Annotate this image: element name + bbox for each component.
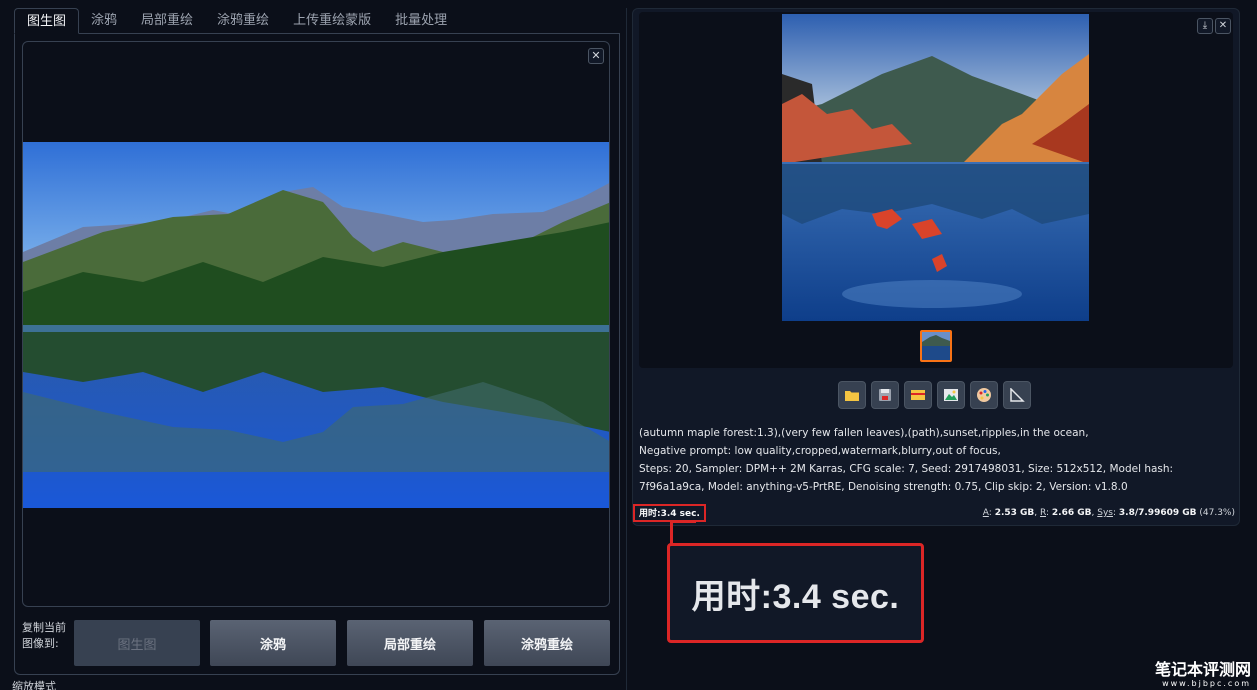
image-icon xyxy=(944,389,958,401)
zip-button[interactable] xyxy=(904,381,932,409)
save-icon xyxy=(879,389,891,401)
thumbnail-image xyxy=(922,332,950,360)
send-to-inpaint-button[interactable] xyxy=(970,381,998,409)
copy-to-inpaint-sketch-button[interactable]: 涂鸦重绘 xyxy=(484,620,610,666)
output-thumbnail[interactable] xyxy=(920,330,952,362)
mem-percent: (47.3%) xyxy=(1199,508,1235,518)
tab-inpaint-upload[interactable]: 上传重绘蒙版 xyxy=(281,8,383,34)
time-value: 3.4 sec. xyxy=(660,509,700,519)
time-label: 用时: xyxy=(639,509,661,519)
clear-image-button[interactable]: ✕ xyxy=(588,48,604,64)
watermark-line2: www.bjbpc.com xyxy=(1162,679,1251,688)
params-text: Steps: 20, Sampler: DPM++ 2M Karras, CFG… xyxy=(639,463,1174,493)
app-root: 图生图 涂鸦 局部重绘 涂鸦重绘 上传重绘蒙版 批量处理 ✕ 复制当前图像到: … xyxy=(0,0,1257,690)
mem-sys-value: 3.8/7.99609 GB xyxy=(1118,508,1197,518)
send-to-extras-button[interactable] xyxy=(1003,381,1031,409)
download-button[interactable]: ⤓ xyxy=(1197,18,1213,34)
tab-inpaint[interactable]: 局部重绘 xyxy=(129,8,205,34)
input-image-frame[interactable] xyxy=(22,41,610,607)
input-image xyxy=(23,142,609,508)
mem-r-value: 2.66 GB xyxy=(1051,508,1092,518)
ruler-icon xyxy=(1010,388,1025,402)
mem-sys-label: Sys xyxy=(1097,508,1113,518)
tab-batch[interactable]: 批量处理 xyxy=(383,8,459,34)
mem-r-label: R xyxy=(1040,508,1047,518)
generation-info: (autumn maple forest:1.3),(very few fall… xyxy=(639,424,1237,496)
column-divider xyxy=(626,8,627,690)
folder-icon xyxy=(845,391,859,401)
time-callout-text: 用时:3.4 sec. xyxy=(691,577,900,616)
mem-a-label: A xyxy=(982,508,989,518)
copy-to-img2img-button[interactable]: 图生图 xyxy=(74,620,200,666)
resize-mode-label: 缩放模式 xyxy=(12,680,56,690)
palette-icon xyxy=(977,388,991,402)
memory-stats: A: 2.53 GB, R: 2.66 GB, Sys: 3.8/7.99609… xyxy=(982,508,1235,518)
copy-to-sketch-button[interactable]: 涂鸦 xyxy=(210,620,336,666)
tab-bar: 图生图 涂鸦 局部重绘 涂鸦重绘 上传重绘蒙版 批量处理 xyxy=(14,8,459,34)
watermark: 笔记本评测网 www.bjbpc.com xyxy=(1154,660,1251,689)
tab-sketch[interactable]: 涂鸦 xyxy=(79,8,129,34)
negative-prompt-text: Negative prompt: low quality,cropped,wat… xyxy=(639,445,1001,457)
callout-connector-top xyxy=(670,520,696,523)
close-gallery-button[interactable]: ✕ xyxy=(1215,18,1231,34)
prompt-text: (autumn maple forest:1.3),(very few fall… xyxy=(639,427,1089,439)
output-toolbar xyxy=(838,381,1031,409)
copy-image-label: 复制当前图像到: xyxy=(22,621,66,650)
mem-a-value: 2.53 GB xyxy=(994,508,1035,518)
save-button[interactable] xyxy=(871,381,899,409)
copy-to-inpaint-button[interactable]: 局部重绘 xyxy=(347,620,473,666)
send-to-img2img-button[interactable] xyxy=(937,381,965,409)
watermark-line1: 笔记本评测网 xyxy=(1154,660,1251,679)
zip-icon xyxy=(911,390,925,400)
output-image[interactable] xyxy=(782,14,1089,321)
tab-inpaint-sketch[interactable]: 涂鸦重绘 xyxy=(205,8,281,34)
time-callout: 用时:3.4 sec. xyxy=(667,543,924,643)
tab-img2img[interactable]: 图生图 xyxy=(14,8,80,34)
open-folder-button[interactable] xyxy=(838,381,866,409)
